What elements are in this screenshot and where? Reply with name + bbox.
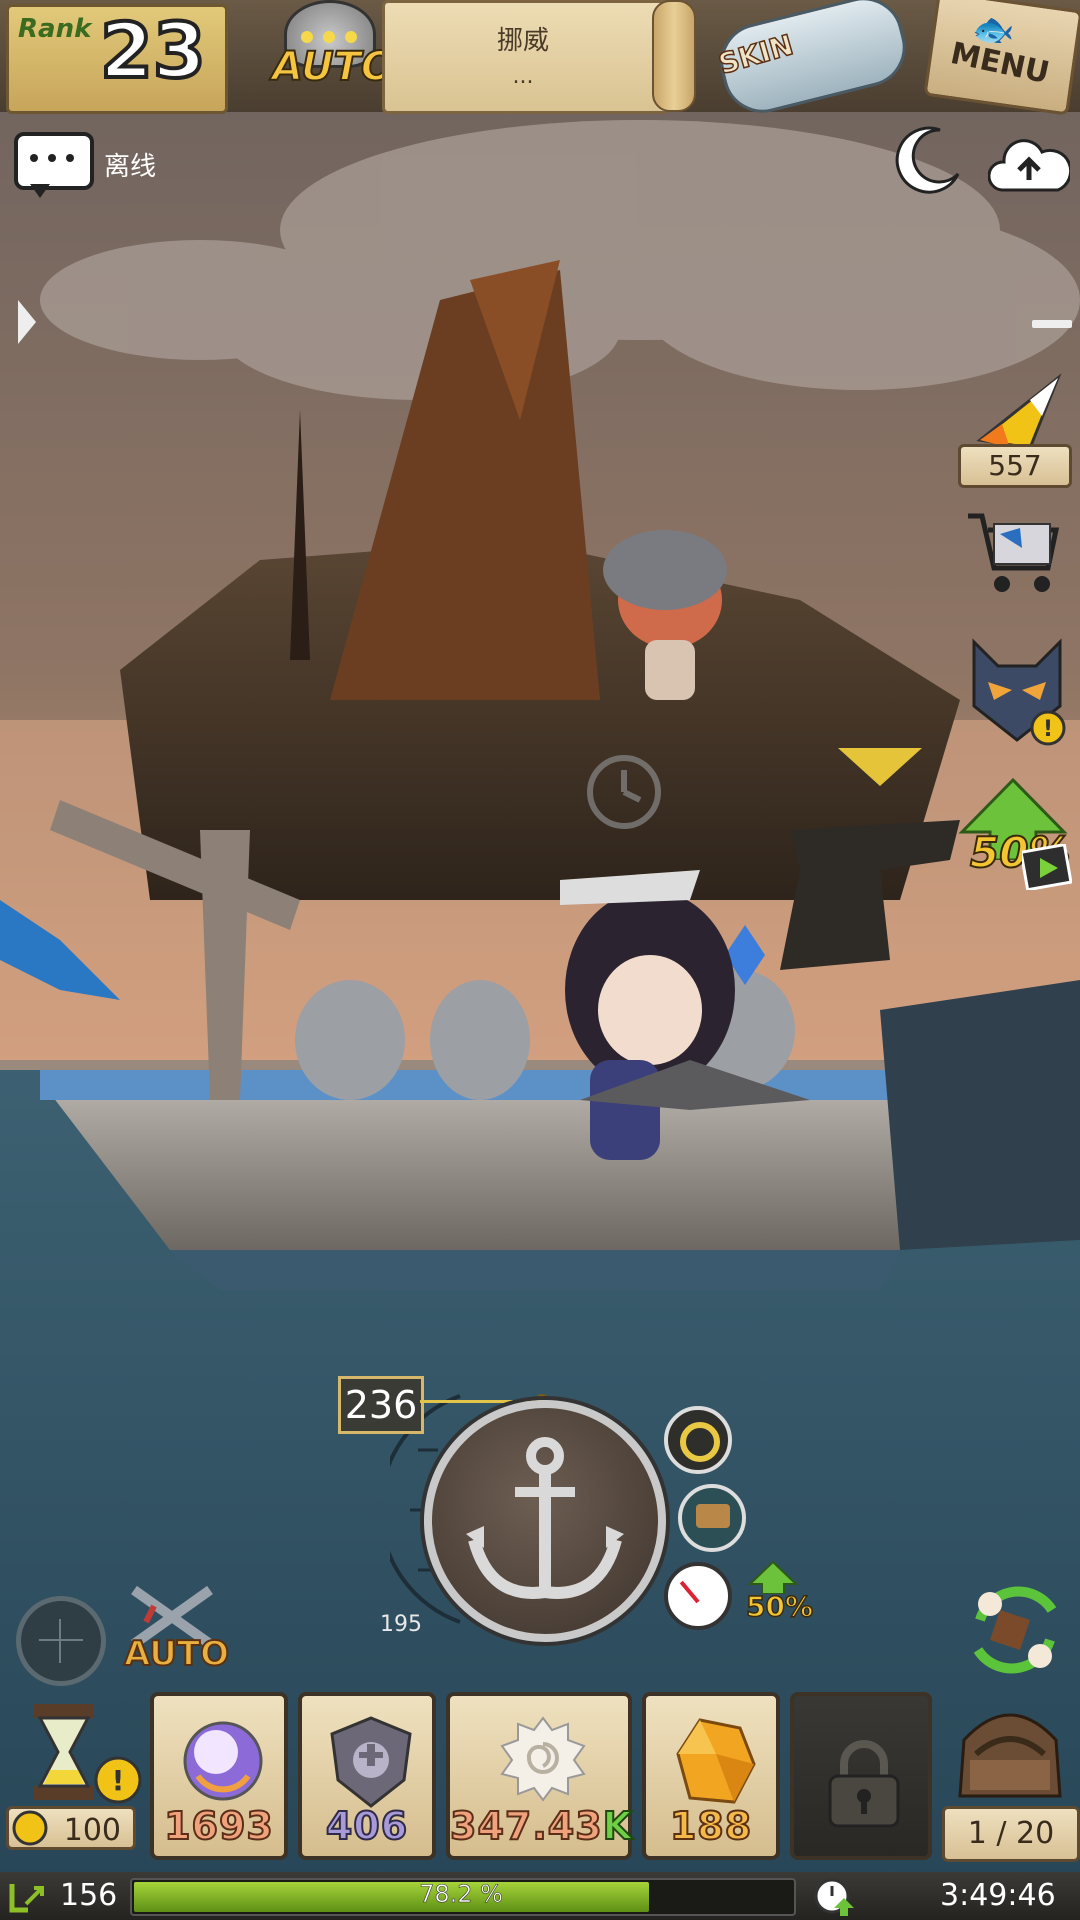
lock-icon [828, 1740, 900, 1828]
chat-bubble-icon[interactable] [14, 132, 94, 198]
backpack-icon[interactable] [950, 1700, 1070, 1806]
game-clock: 3:49:46 [940, 1878, 1056, 1913]
amber-gem-icon [676, 1718, 756, 1804]
gold-coin-icon [12, 1810, 48, 1846]
skull-shield-count: 406 [325, 1803, 409, 1849]
inventory-slot-pearl[interactable]: 1693 [150, 1692, 288, 1860]
speed-gauge-button[interactable] [664, 1562, 732, 1630]
auto-cast-button[interactable] [664, 1406, 732, 1474]
location-scroll[interactable] [382, 0, 670, 114]
candy-corn-icon[interactable] [970, 370, 1066, 450]
treasure-hand-button[interactable] [678, 1484, 746, 1552]
depth-min-label: 195 [380, 1612, 422, 1637]
night-mode-moon-icon[interactable] [892, 124, 964, 196]
rank-value: 23 [98, 4, 208, 97]
boat-hull [40, 1080, 970, 1250]
xp-percent-text: 78.2 % [419, 1880, 503, 1909]
svg-text:!: ! [112, 1764, 125, 1797]
pearl-count: 1693 [163, 1803, 274, 1849]
left-panel-arrow-icon[interactable] [18, 300, 36, 344]
right-panel-collapse-icon[interactable] [1032, 320, 1072, 328]
skull-shield-icon [330, 1716, 412, 1808]
bag-capacity: 1 / 20 [942, 1806, 1080, 1862]
inventory-slot-locked[interactable] [790, 1692, 932, 1860]
level-up-icon [9, 1884, 44, 1913]
boost-percent-mid: 50% [745, 1589, 814, 1624]
anchor-icon [466, 1437, 624, 1599]
online-status: 离线 [104, 152, 157, 182]
compass-map-button[interactable] [16, 1596, 106, 1686]
location-subtitle: ... [512, 64, 534, 89]
map-scroll-icon[interactable] [652, 0, 696, 112]
pearl-orb-icon [183, 1721, 263, 1801]
spiral-shell-icon [500, 1716, 586, 1802]
cast-anchor-button[interactable] [424, 1400, 666, 1642]
amber-count: 188 [669, 1803, 753, 1849]
depth-indicator: 236 [338, 1376, 424, 1434]
inventory-slot-shell[interactable]: 347.43K [446, 1692, 633, 1860]
inventory-slot-amber[interactable]: 188 [642, 1692, 780, 1860]
svg-text:!: ! [1043, 717, 1053, 742]
auto-battle-label[interactable]: AUTO [123, 1633, 230, 1675]
video-play-icon[interactable] [1022, 844, 1072, 890]
shell-count-value: 347.43 [449, 1803, 603, 1849]
rank-label: Rank [18, 14, 92, 44]
shell-count-suffix: K [602, 1803, 634, 1849]
clock-boost-icon[interactable] [812, 1876, 856, 1916]
inventory-slot-skull-shield[interactable]: 406 [298, 1692, 436, 1860]
exchange-hands-icon[interactable] [960, 1580, 1070, 1680]
player-level: 156 [60, 1878, 118, 1913]
location-name: 挪威 [496, 26, 549, 56]
shop-cart-icon[interactable] [960, 504, 1064, 600]
demon-mask-icon[interactable]: ! [964, 636, 1070, 746]
cloud-upload-icon[interactable] [988, 130, 1070, 196]
hourglass-icon[interactable]: ! [14, 1700, 144, 1804]
candy-count: 557 [958, 444, 1072, 488]
auto-toggle-label[interactable]: AUTO [271, 43, 396, 91]
boost-up-arrow-small-icon[interactable] [748, 1560, 798, 1594]
shell-count: 347.43K [449, 1803, 633, 1849]
